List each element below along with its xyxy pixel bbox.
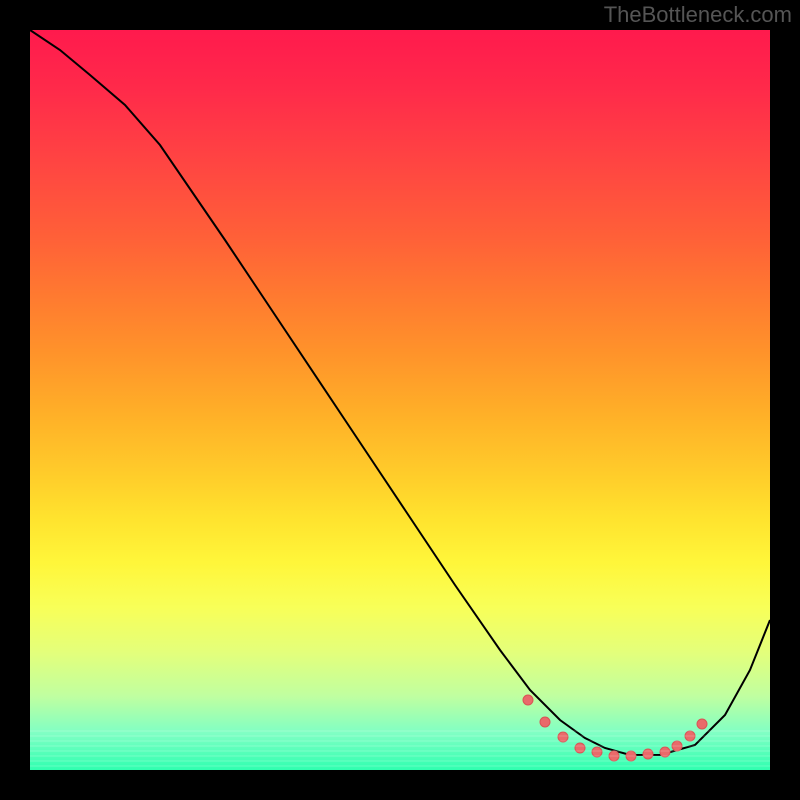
marker-dot bbox=[558, 732, 568, 742]
marker-dot bbox=[685, 731, 695, 741]
marker-dot bbox=[540, 717, 550, 727]
marker-dot bbox=[609, 751, 619, 761]
marker-dot bbox=[575, 743, 585, 753]
marker-dot bbox=[592, 747, 602, 757]
marker-dot bbox=[697, 719, 707, 729]
watermark-text: TheBottleneck.com bbox=[604, 2, 792, 28]
marker-dot bbox=[523, 695, 533, 705]
chart-plot-area bbox=[30, 30, 770, 770]
chart-svg bbox=[30, 30, 770, 770]
marker-dot bbox=[626, 751, 636, 761]
marker-dot bbox=[672, 741, 682, 751]
bottleneck-curve bbox=[30, 30, 770, 755]
marker-dot bbox=[660, 747, 670, 757]
bottom-marker-group bbox=[523, 695, 707, 761]
marker-dot bbox=[643, 749, 653, 759]
